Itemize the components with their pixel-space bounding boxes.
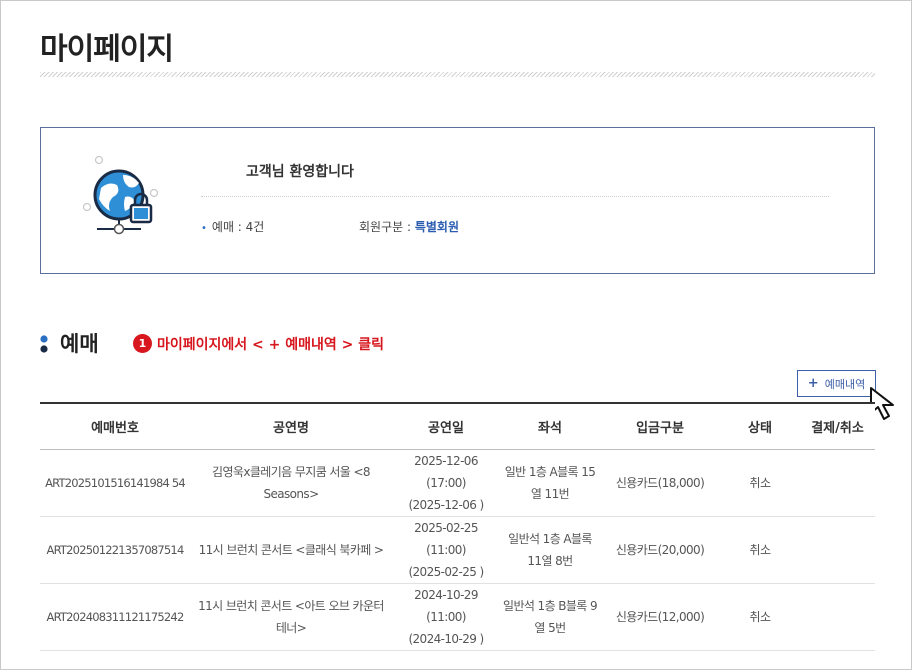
- show-date-sub: (2025-12-06 ): [408, 497, 484, 512]
- booking-table: 예매번호 공연명 공연일 좌석 입금구분 상태 결제/취소 ART2025101…: [40, 402, 875, 651]
- show-date: 2024-10-29 (11:00) (2024-10-29 ): [392, 583, 500, 651]
- show-date: 2025-02-25 (11:00) (2025-02-25 ): [392, 516, 500, 584]
- page-title: 마이페이지: [40, 32, 174, 67]
- show-datetime: 2025-12-06 (17:00): [414, 453, 478, 490]
- status: 취소: [720, 449, 800, 517]
- booking-history-button[interactable]: + 예매내역: [797, 370, 876, 397]
- show-date: 2025-12-06 (17:00) (2025-12-06 ): [392, 449, 500, 517]
- table-header-row: 예매번호 공연명 공연일 좌석 입금구분 상태 결제/취소: [40, 402, 875, 450]
- show-date-sub: (2025-02-25 ): [408, 564, 484, 579]
- payment-method: 신용카드(20,000): [600, 516, 720, 584]
- status: 취소: [720, 583, 800, 651]
- booking-history-label: 예매내역: [824, 377, 866, 391]
- globe-lock-icon: [82, 155, 159, 235]
- col-header-show-date: 공연일: [392, 402, 500, 450]
- payment-method: 신용카드(12,000): [600, 583, 720, 651]
- seat: 일반석 1층 B블록 9열 5번: [500, 583, 600, 651]
- show-date-sub: (2024-10-29 ): [408, 631, 484, 646]
- show-name: 11시 브런치 콘서트 <클래식 북카페 >: [190, 516, 392, 584]
- bullet-icon: •: [201, 223, 207, 234]
- member-label: 회원구분 :: [359, 220, 415, 234]
- col-header-booking-no: 예매번호: [40, 402, 190, 450]
- welcome-panel: 고객님 환영합니다 • 예매 : 4건 회원구분 : 특별회원: [40, 127, 875, 274]
- booking-number: ART2025101516141984 54: [40, 449, 190, 517]
- status: 취소: [720, 516, 800, 584]
- col-header-payment: 입금구분: [600, 402, 720, 450]
- plus-icon: +: [807, 376, 819, 391]
- action-cell: [800, 516, 875, 584]
- show-name: 11시 브런치 콘서트 <아트 오브 카운터테너>: [190, 583, 392, 651]
- col-header-status: 상태: [720, 402, 800, 450]
- booking-number: ART202408311121175242: [40, 583, 190, 651]
- member-type: 특별회원: [414, 220, 460, 234]
- booking-count-info: • 예매 : 4건: [201, 218, 264, 235]
- col-header-show-name: 공연명: [190, 402, 392, 450]
- action-cell: [800, 449, 875, 517]
- booking-number: ART202501221357087514: [40, 516, 190, 584]
- booking-label: 예매 :: [211, 220, 246, 234]
- booking-count: 4건: [245, 220, 265, 234]
- show-datetime: 2024-10-29 (11:00): [414, 587, 478, 624]
- member-type-info: 회원구분 : 특별회원: [359, 218, 459, 235]
- table-row[interactable]: ART2025101516141984 54 김영욱x클레기음 무지쿰 서울 <…: [40, 449, 875, 517]
- action-cell: [800, 583, 875, 651]
- welcome-divider: [201, 196, 829, 197]
- title-divider: [40, 72, 875, 77]
- col-header-action: 결제/취소: [800, 402, 875, 450]
- table-row[interactable]: ART202501221357087514 11시 브런치 콘서트 <클래식 북…: [40, 516, 875, 584]
- instruction-callout: 1 마이페이지에서 < + 예매내역 > 클릭: [133, 333, 384, 353]
- seat: 일반 1층 A블록 15열 11번: [500, 449, 600, 517]
- step-number-badge: 1: [133, 334, 152, 353]
- section-title: 예매: [60, 332, 99, 356]
- section-bullet-icon: [40, 335, 48, 353]
- seat: 일반석 1층 A블록 11열 8번: [500, 516, 600, 584]
- col-header-seat: 좌석: [500, 402, 600, 450]
- show-name: 김영욱x클레기음 무지쿰 서울 <8 Seasons>: [190, 449, 392, 517]
- welcome-message: 고객님 환영합니다: [246, 164, 354, 180]
- table-row[interactable]: ART202408311121175242 11시 브런치 콘서트 <아트 오브…: [40, 583, 875, 651]
- step-instruction: 마이페이지에서 < + 예매내역 > 클릭: [157, 336, 385, 353]
- show-datetime: 2025-02-25 (11:00): [414, 520, 478, 557]
- payment-method: 신용카드(18,000): [600, 449, 720, 517]
